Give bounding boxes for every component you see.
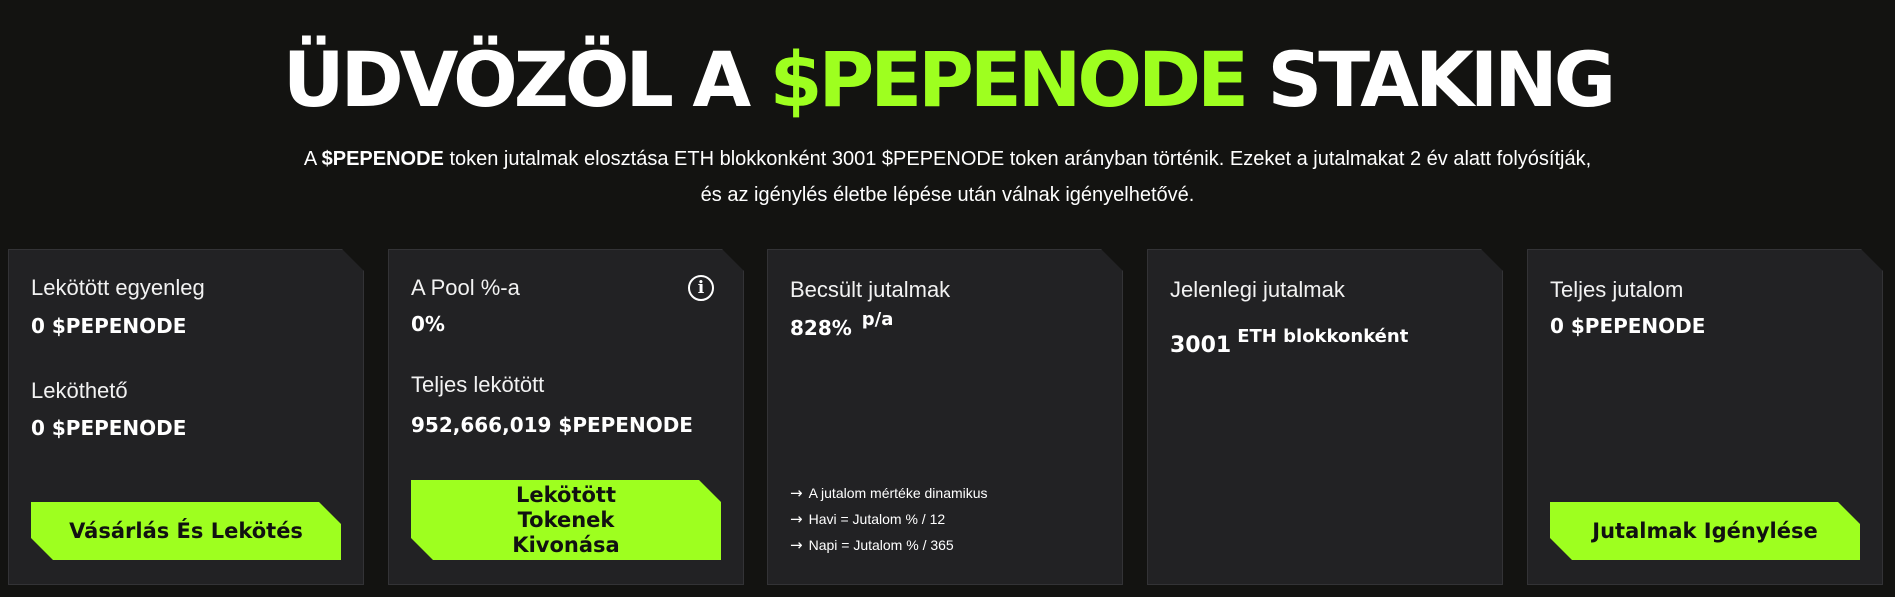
rewards-unit: ETH blokkonként	[1237, 326, 1409, 347]
estimated-rewards-value: 828% p/a	[790, 309, 893, 340]
apy-unit: p/a	[861, 309, 894, 330]
apy-value: 828%	[790, 316, 852, 340]
staked-balance-value: 0 $PEPENODE	[31, 314, 187, 338]
rewards-per-block: 3001	[1170, 333, 1232, 358]
title-suffix: STAKING	[1245, 35, 1616, 124]
current-rewards-label: Jelenlegi jutalmak	[1170, 277, 1345, 302]
page-subtitle: A $PEPENODE token jutalmak elosztása ETH…	[150, 141, 1745, 213]
total-rewards-card: Teljes jutalom 0 $PEPENODE Jutalmak Igén…	[1527, 249, 1883, 585]
note-item: → Napi = Jutalom % / 365	[790, 532, 988, 558]
staked-balance-card: Lekötött egyenleg 0 $PEPENODE Leköthető …	[8, 249, 364, 585]
note-text: A jutalom mértéke dinamikus	[808, 485, 988, 501]
note-text: Havi = Jutalom % / 12	[808, 511, 946, 527]
title-accent: $PEPENODE	[769, 35, 1249, 124]
estimated-rewards-card: Becsült jutalmak 828% p/a → A jutalom mért…	[767, 249, 1123, 585]
total-rewards-label: Teljes jutalom	[1550, 277, 1684, 302]
withdraw-staked-button[interactable]: Lekötött Tokenek Kivonása	[411, 480, 721, 560]
title-prefix: ÜDVÖZÖL A	[282, 35, 770, 124]
current-rewards-card: Jelenlegi jutalmak 3001 ETH blokkonként	[1147, 249, 1503, 585]
subtitle-line-1: A $PEPENODE token jutalmak elosztása ETH…	[150, 141, 1745, 177]
pool-share-card: A Pool %-a i 0% Teljes lekötött 952,666,…	[388, 249, 744, 585]
note-item: → A jutalom mértéke dinamikus	[790, 480, 988, 506]
subtitle-rest: token jutalmak elosztása ETH blokkonként…	[443, 148, 1592, 170]
stakeable-value: 0 $PEPENODE	[31, 416, 187, 440]
note-text: Napi = Jutalom % / 365	[808, 537, 954, 553]
reward-notes: → A jutalom mértéke dinamikus → Havi = Jut…	[790, 480, 988, 558]
staked-balance-label: Lekötött egyenleg	[31, 275, 205, 300]
page-title: ÜDVÖZÖL A $PEPENODE STAKING	[0, 34, 1895, 126]
total-staked-label: Teljes lekötött	[411, 372, 545, 397]
current-rewards-value: 3001 ETH blokkonként	[1170, 326, 1408, 358]
info-icon[interactable]: i	[688, 275, 714, 301]
total-rewards-value: 0 $PEPENODE	[1550, 314, 1706, 338]
subtitle-prefix: A	[303, 148, 322, 170]
withdraw-button-label: Lekötött Tokenek Kivonása	[512, 482, 620, 557]
estimated-rewards-label: Becsült jutalmak	[790, 277, 951, 302]
arrow-right-icon: →	[790, 484, 803, 502]
subtitle-token: $PEPENODE	[321, 148, 444, 170]
note-item: → Havi = Jutalom % / 12	[790, 506, 988, 532]
pool-share-value: 0%	[411, 312, 445, 336]
pool-share-label: A Pool %-a	[411, 275, 520, 300]
buy-and-stake-button[interactable]: Vásárlás És Lekötés	[31, 502, 341, 560]
subtitle-line-2: és az igénylés életbe lépése után válnak…	[700, 184, 1195, 206]
stakeable-label: Leköthető	[31, 378, 128, 403]
arrow-right-icon: →	[790, 510, 803, 528]
total-staked-value: 952,666,019 $PEPENODE	[411, 413, 693, 437]
claim-rewards-button[interactable]: Jutalmak Igénylése	[1550, 502, 1860, 560]
arrow-right-icon: →	[790, 536, 803, 554]
